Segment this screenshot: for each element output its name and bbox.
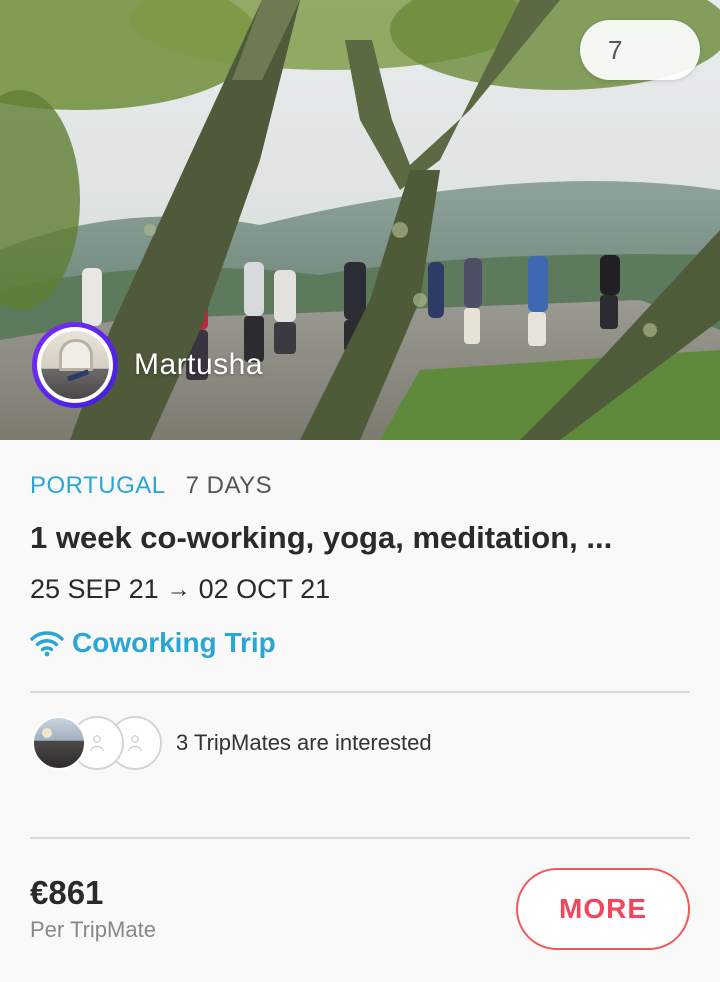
tripmates-row[interactable]: 3 TripMates are interested [32,716,432,770]
hero-image[interactable]: 7 Martusha [0,0,720,440]
tripmate-avatar [32,716,86,770]
trip-details: PORTUGAL 7 DAYS 1 week co-working, yoga,… [30,440,690,659]
duration-label: 7 DAYS [185,472,273,499]
price-block: €861 Per TripMate [30,876,156,943]
more-button[interactable]: MORE [516,868,690,950]
trip-dates: 25 SEP 21 → 02 OCT 21 [30,574,690,605]
like-button[interactable]: 7 [580,20,700,80]
tripmates-interest-text: 3 TripMates are interested [176,730,432,755]
host-info[interactable]: Martusha [32,322,263,408]
trip-card[interactable]: 7 Martusha PORTUGAL 7 DAYS 1 week co-wor… [0,0,720,982]
start-date: 25 SEP 21 [30,574,159,604]
price: €861 [30,874,104,911]
person-icon [128,735,142,752]
trip-title[interactable]: 1 week co-working, yoga, meditation, ... [30,520,690,556]
trip-type: Coworking Trip [30,627,690,659]
country-label: PORTUGAL [30,472,166,499]
divider [30,691,690,693]
trip-type-label: Coworking Trip [72,627,276,658]
end-date: 02 OCT 21 [198,574,331,604]
avatar-photo [41,331,109,399]
trip-meta: PORTUGAL 7 DAYS [30,472,690,500]
person-icon [90,735,104,752]
host-name[interactable]: Martusha [134,348,263,382]
wifi-icon [30,631,64,657]
divider [30,837,690,839]
price-unit: Per TripMate [30,917,156,942]
avatar[interactable] [32,322,118,408]
arrow-right-icon: → [166,575,191,603]
heart-icon [580,20,720,440]
